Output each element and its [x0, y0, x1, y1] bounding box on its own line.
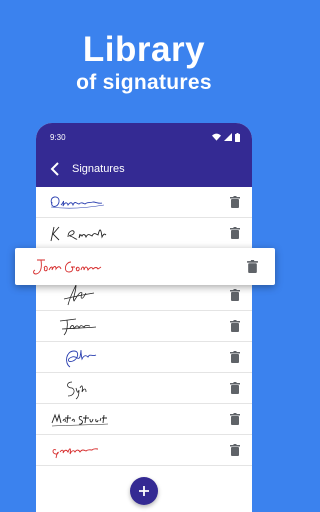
app-bar-title: Signatures — [72, 163, 125, 175]
trash-icon[interactable] — [230, 413, 240, 425]
trash-icon[interactable] — [230, 320, 240, 332]
status-bar: 9:30 — [36, 123, 252, 151]
trash-icon[interactable] — [230, 351, 240, 363]
status-time: 9:30 — [50, 132, 66, 142]
signature-image — [63, 284, 95, 306]
trash-icon[interactable] — [230, 289, 240, 301]
signature-image — [50, 196, 105, 209]
hero-title: Library — [82, 30, 206, 69]
app-bar: Signatures — [36, 151, 252, 187]
signature-image — [67, 381, 87, 400]
phone-screen: 9:30 Signatures — [36, 123, 252, 512]
signature-image — [51, 413, 109, 427]
signature-row[interactable] — [36, 404, 252, 435]
signature-row[interactable] — [36, 435, 252, 466]
chevron-left-icon — [50, 162, 59, 176]
signature-row[interactable] — [36, 218, 252, 249]
wifi-icon — [212, 133, 221, 141]
signature-row[interactable] — [36, 311, 252, 342]
trash-icon[interactable] — [230, 444, 240, 456]
signature-list — [36, 187, 252, 466]
signature-row[interactable] — [36, 187, 252, 218]
signature-image — [66, 350, 97, 368]
signature-image — [59, 318, 97, 336]
hero-subtitle: of signatures — [76, 71, 212, 94]
signature-image — [33, 259, 102, 274]
trash-icon[interactable] — [247, 260, 258, 273]
cellular-signal-icon — [224, 133, 232, 141]
signature-row[interactable] — [36, 342, 252, 373]
back-button[interactable] — [46, 160, 64, 178]
signature-image — [50, 226, 107, 242]
add-signature-button[interactable] — [130, 477, 158, 505]
trash-icon[interactable] — [230, 227, 240, 239]
signature-row[interactable] — [36, 373, 252, 404]
trash-icon[interactable] — [230, 196, 240, 208]
trash-icon[interactable] — [230, 382, 240, 394]
plus-icon — [139, 486, 149, 496]
battery-icon — [235, 132, 240, 142]
status-icons — [212, 132, 240, 142]
signature-image — [52, 448, 99, 459]
highlighted-signature-card[interactable] — [15, 248, 275, 285]
